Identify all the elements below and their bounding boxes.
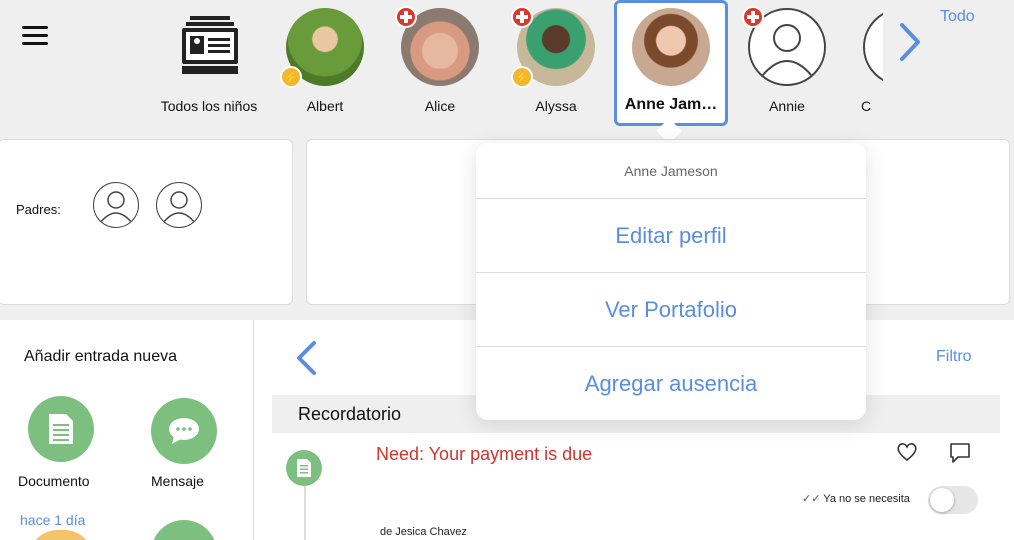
double-check-icon: ✓✓ [802, 493, 824, 505]
parents-label: Padres: [16, 202, 61, 217]
child-item-albert[interactable]: ⚡ Albert [265, 8, 385, 114]
child-name: Todos los niños [160, 98, 258, 114]
message-button[interactable] [151, 398, 217, 464]
child-item-annie[interactable]: Annie [727, 6, 847, 114]
add-absence-option[interactable]: Agregar ausencia [476, 347, 866, 420]
entry-author: de Jesica Chavez [380, 526, 467, 538]
child-name: Annie [769, 98, 805, 114]
user-placeholder-icon [863, 8, 883, 86]
add-entry-title: Añadir entrada nueva [24, 348, 177, 365]
message-icon [169, 418, 199, 444]
view-portfolio-option[interactable]: Ver Portafolio [476, 273, 866, 347]
child-item-alyssa[interactable]: ⚡ Alyssa [496, 6, 616, 114]
document-icon [286, 450, 322, 486]
not-needed-text: ✓✓ Ya no se necesita [802, 492, 910, 505]
child-actions-popover: Anne Jameson Editar perfil Ver Portafoli… [476, 143, 866, 420]
comment-icon[interactable] [948, 442, 972, 469]
roster-card-icon [170, 8, 248, 86]
document-button[interactable] [28, 396, 94, 462]
todo-link[interactable]: Todo [940, 8, 975, 26]
reminder-section-title: Recordatorio [298, 404, 402, 424]
add-entry-panel: Añadir entrada nueva Documento Mensaje h… [0, 320, 254, 540]
message-label: Mensaje [151, 473, 204, 489]
child-item-c[interactable]: C [843, 8, 883, 114]
child-item-alice[interactable]: Alice [380, 6, 500, 114]
child-item-all[interactable]: Todos los niños [149, 8, 269, 114]
parents-card: Padres: [0, 139, 293, 305]
child-item-anne[interactable]: Anne Jam… [611, 8, 731, 114]
upload-button-partial[interactable] [151, 520, 217, 540]
edit-profile-option[interactable]: Editar perfil [476, 199, 866, 273]
child-name: C [861, 98, 872, 114]
plus-badge-icon [511, 6, 533, 28]
document-label: Documento [18, 473, 90, 489]
plus-badge-icon [742, 6, 764, 28]
chevron-right-icon[interactable] [898, 22, 922, 67]
not-needed-toggle[interactable] [928, 486, 978, 514]
entry-title: Need: Your payment is due [376, 444, 593, 464]
child-name: Alyssa [535, 98, 577, 114]
activity-button-partial[interactable] [28, 530, 94, 540]
child-name: Anne Jam… [624, 96, 718, 113]
parent-avatar-icon[interactable] [156, 182, 202, 228]
child-name: Alice [424, 98, 456, 114]
child-avatar-anne [632, 8, 710, 86]
not-needed-label: Ya no se necesita [823, 493, 910, 505]
popover-header: Anne Jameson [476, 143, 866, 199]
toggle-knob [930, 488, 954, 512]
plus-badge-icon [395, 6, 417, 28]
parent-avatar-icon[interactable] [93, 182, 139, 228]
hamburger-menu-icon[interactable] [22, 26, 48, 46]
heart-icon[interactable] [896, 442, 918, 467]
document-icon [49, 414, 73, 444]
filter-link[interactable]: Filtro [936, 348, 972, 366]
children-bar: Todos los niños ⚡ Albert Alice ⚡ Alyssa … [0, 0, 1014, 144]
bolt-badge-icon: ⚡ [280, 66, 302, 88]
chevron-left-icon[interactable] [294, 340, 318, 381]
child-name: Albert [306, 98, 344, 114]
bolt-badge-icon: ⚡ [511, 66, 533, 88]
timestamp-ago: hace 1 día [20, 512, 86, 528]
